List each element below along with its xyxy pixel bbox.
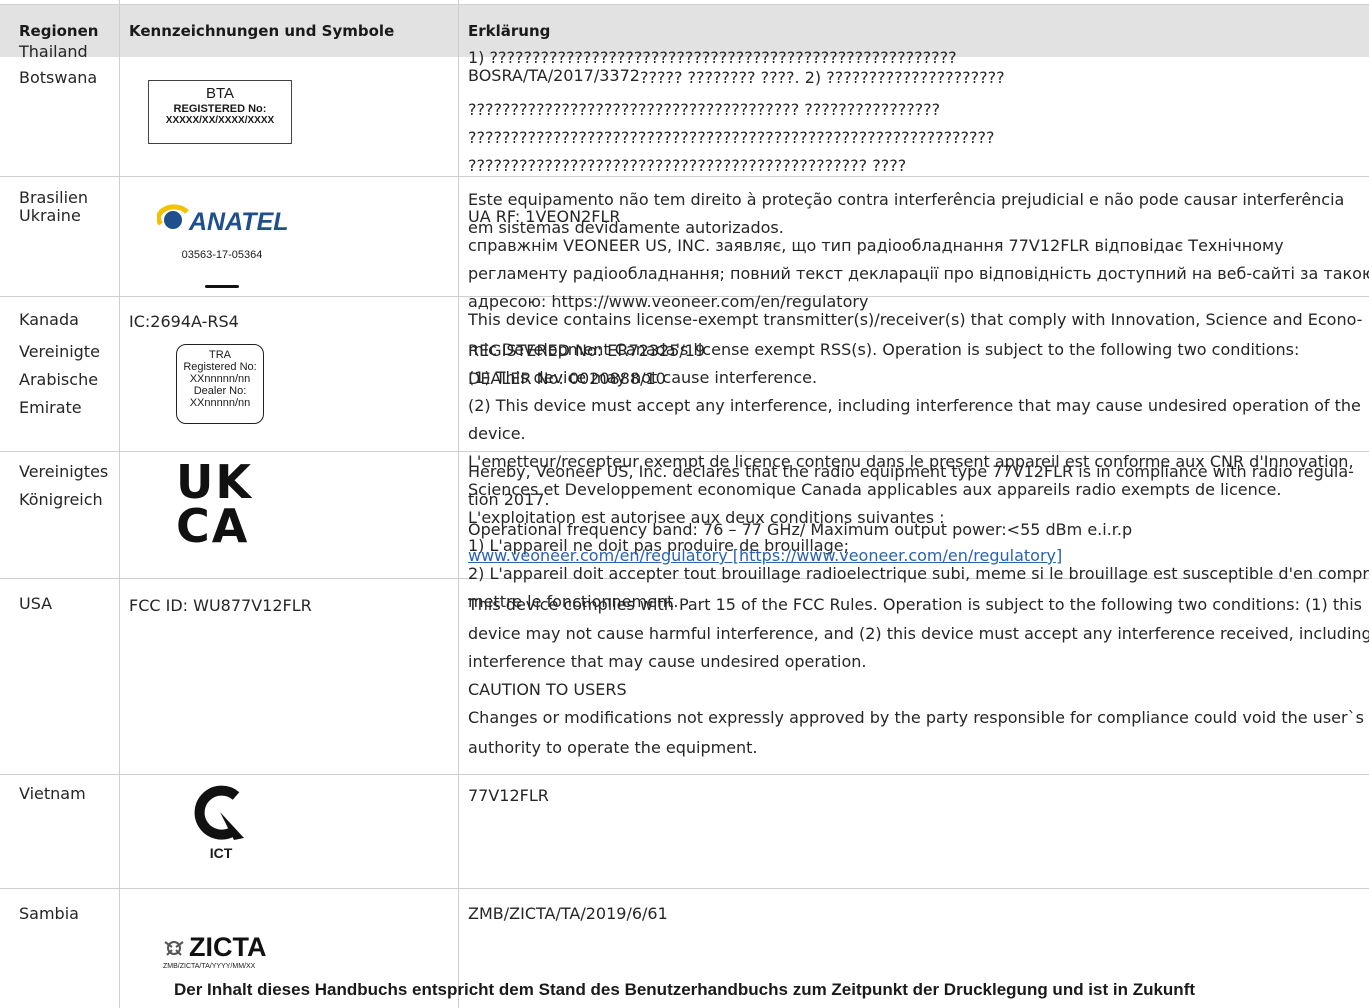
tra-dealer-number: XXnnnnn/nn <box>189 397 251 409</box>
region-usa: USA <box>19 594 53 613</box>
row-divider <box>0 888 1369 889</box>
usa-line-6: authority to operate the equipment. <box>468 738 758 757</box>
botswana-reg-number: BOSRA/TA/2017/3372 <box>468 66 640 85</box>
anatel-logo: ANATEL 03563-17-05364 <box>156 202 289 292</box>
kanada-line-4: (2) This device must accept any interfer… <box>468 396 1361 415</box>
region-vietnam: Vietnam <box>19 784 86 803</box>
thailand-line-1: 1) ?????????????????????????????????????… <box>468 48 957 67</box>
bta-title: BTA <box>205 85 235 102</box>
row-divider <box>0 176 1369 177</box>
uk-line-2: tion 2017. <box>468 490 550 509</box>
uk-line-1: Hereby, Veoneer US, Inc. declares that t… <box>468 462 1354 481</box>
bta-registered-label: REGISTERED No: <box>173 103 267 115</box>
anatel-word: ANATEL <box>188 208 287 236</box>
uae-registered: REGISTERED No: ER72325/19 <box>468 341 706 360</box>
row-divider <box>0 774 1369 775</box>
ukca-top: UK <box>176 455 253 509</box>
uae-dealer: DEALER No: 0020888/10 <box>468 369 666 388</box>
usa-line-3: interference that may cause undesired op… <box>468 652 867 671</box>
usa-line-2: device may not cause harmful interferenc… <box>468 624 1369 643</box>
tra-registered-label: Registered No: <box>183 361 257 373</box>
region-sambia: Sambia <box>19 904 79 923</box>
vietnam-line-1: 77V12FLR <box>468 786 549 805</box>
bta-registration-mark: BTA REGISTERED No: XXXXX/XX/XXXX/XXXX <box>148 80 292 144</box>
tra-registration-mark: TRA Registered No: XXnnnnn/nn Dealer No:… <box>176 344 264 424</box>
region-uk: Vereinigtes Königreich <box>19 462 109 509</box>
uk-link-line: www.veoneer.com/en/regulatory [https://w… <box>468 546 1062 566</box>
ukraine-line-3: регламенту радіообладнання; повний текст… <box>468 264 1369 283</box>
thailand-line-5: ????????????????????????????????????????… <box>468 156 907 175</box>
zicta-sub: ZMB/ZICTA/TA/YYYY/MM/XX <box>163 963 256 970</box>
region-kanada: Kanada <box>19 310 79 329</box>
bta-registered-number: XXXXX/XX/XXXX/XXXX <box>165 115 275 126</box>
sambia-line-1: ZMB/ZICTA/TA/2019/6/61 <box>468 904 668 923</box>
column-divider <box>119 0 120 1008</box>
region-botswana: Botswana <box>19 68 98 87</box>
region-thailand: Thailand <box>19 42 88 61</box>
kanada-ic-number: IC:2694A-RS4 <box>129 312 239 331</box>
anatel-icon: ANATEL <box>156 204 289 236</box>
kanada-fr-2: Sciences et Developpement economique Can… <box>468 480 1282 499</box>
thailand-line-4: ????????????????????????????????????????… <box>468 128 995 147</box>
ict-label: ICT <box>209 845 233 861</box>
anatel-number: 03563-17-05364 <box>181 249 263 261</box>
tra-dealer-label: Dealer No: <box>193 385 247 397</box>
ukraine-line-4: адресою: https://www.veoneer.com/en/regu… <box>468 292 869 311</box>
thailand-line-2: ????? ???????? ????. 2) ????????????????… <box>640 68 1005 87</box>
usa-line-5: Changes or modifications not expressly a… <box>468 708 1364 727</box>
region-ukraine: Ukraine <box>19 206 81 225</box>
ict-logo: ICT <box>186 782 256 861</box>
header-marks: Kennzeichnungen und Symbole <box>129 22 395 40</box>
ukca-bottom: CA <box>176 499 250 553</box>
ukraine-line-2: справжнім VEONEER US, INC. заявляє, що т… <box>468 236 1284 255</box>
usa-caution-heading: CAUTION TO USERS <box>468 680 627 699</box>
region-brasilien: Brasilien <box>19 188 89 207</box>
tra-title: TRA <box>209 349 231 361</box>
header-regions: Regionen <box>19 22 99 40</box>
column-divider <box>458 0 459 1008</box>
tra-registered-number: XXnnnnn/nn <box>189 373 251 385</box>
ict-icon <box>194 785 244 840</box>
zicta-emblem-icon <box>164 940 184 956</box>
manual-footer-note: Der Inhalt dieses Handbuchs entspricht d… <box>173 980 1196 999</box>
brasil-line-2: em sistemas devidamente autorizados. <box>468 218 784 237</box>
zicta-logo: ZICTA ZMB/ZICTA/TA/YYYY/MM/XX <box>163 932 283 970</box>
ukca-mark: UK CA <box>176 455 266 553</box>
uk-regulatory-link[interactable]: www.veoneer.com/en/regulatory [https://w… <box>468 546 1062 565</box>
thailand-line-3: ??????????????????????????????????????? … <box>468 100 941 119</box>
usa-line-1: This device complies with Part 15 of the… <box>468 595 1363 614</box>
usa-fcc-id: FCC ID: WU877V12FLR <box>129 596 312 615</box>
zicta-word: ZICTA <box>189 932 267 962</box>
kanada-line-1: This device contains license-exempt tran… <box>468 310 1363 329</box>
kanada-line-5: device. <box>468 424 526 443</box>
kanada-fr-5: 2) L'appareil doit accepter tout brouill… <box>468 564 1369 583</box>
anatel-divider <box>205 285 239 288</box>
region-uae: Vereinigte Arabische Emirate <box>19 342 100 417</box>
header-explanation: Erklärung <box>468 22 551 40</box>
